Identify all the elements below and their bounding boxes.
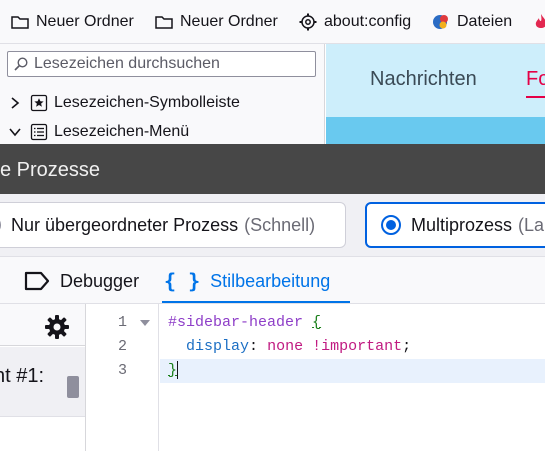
tab-style-editor[interactable]: { } Stilbearbeitung: [164, 257, 340, 305]
stylesheet-list-toolbar: [0, 304, 85, 346]
radio-button[interactable]: [0, 215, 1, 235]
tab-label: Debugger: [60, 270, 140, 291]
bookmark-folder-1[interactable]: Neuer Ordner: [10, 11, 134, 33]
close-brace: }: [168, 362, 178, 379]
code-line-active[interactable]: }: [160, 359, 545, 383]
bookmark-label: Neuer Ordner: [180, 13, 278, 30]
bookmark-dateien[interactable]: Dateien: [431, 11, 512, 33]
code-line[interactable]: display: none !important;: [160, 335, 545, 359]
bookmark-label: Dateien: [457, 13, 513, 30]
bookmarks-toolbar-icon: [30, 94, 48, 112]
option-hint: (La: [518, 214, 545, 235]
bookmarks-sidebar: Lesezeichen-Symbolleiste Lesezeichen-Men…: [0, 44, 325, 144]
line-number: 3: [117, 362, 127, 379]
process-options: Nur übergeordneter Prozess (Schnell) Mul…: [0, 194, 545, 256]
bookmark-label: about:config: [324, 13, 412, 30]
processes-dialog-header: e Prozesse: [0, 144, 545, 194]
code-line[interactable]: #sidebar-header {: [160, 311, 545, 335]
dateien-favicon: [433, 15, 448, 29]
option-hint: (Schnell): [244, 214, 316, 235]
line-number: 1: [117, 314, 127, 331]
gear-icon: [299, 13, 317, 31]
active-tab-underline: [162, 301, 350, 303]
style-editor-icon: { }: [164, 269, 201, 293]
stylesheet-name: nt #1:: [0, 365, 45, 387]
chevron-right-icon[interactable]: [8, 96, 22, 110]
css-property: display: [186, 338, 250, 355]
tab-label: Stilbearbeitung: [210, 270, 331, 291]
chevron-down-icon[interactable]: [8, 125, 22, 139]
bookmark-about-config[interactable]: about:config: [298, 11, 411, 33]
bookmarks-menu-icon: [30, 123, 48, 141]
bookmark-overflow[interactable]: [531, 11, 545, 33]
line-number-gutter: 1 2 3: [87, 304, 159, 451]
folder-icon: [11, 16, 29, 29]
gear-icon[interactable]: [44, 314, 70, 340]
text-cursor: [177, 361, 179, 380]
css-selector: #sidebar-header: [168, 314, 304, 331]
tree-item-label: Lesezeichen-Symbolleiste: [54, 94, 240, 111]
tree-item-bookmarks-toolbar[interactable]: Lesezeichen-Symbolleiste: [0, 91, 240, 115]
folder-icon: [155, 16, 173, 29]
css-value: none !important: [267, 338, 403, 355]
fire-icon: [535, 14, 545, 28]
option-label: Nur übergeordneter Prozess: [11, 214, 239, 235]
option-label: Multiprozess: [411, 214, 513, 235]
nav-active-underline: [526, 96, 545, 98]
css-editor[interactable]: 1 2 3 #sidebar-header { display: none !i…: [87, 304, 545, 451]
tree-item-label: Lesezeichen-Menü: [54, 123, 190, 140]
nav-link-nachrichten[interactable]: Nachrichten: [370, 68, 477, 91]
debugger-icon: [24, 271, 50, 291]
option-multiprocess[interactable]: Multiprozess (La: [365, 202, 545, 248]
semicolon: ;: [402, 338, 412, 355]
stylesheet-list-panel: nt #1:: [0, 304, 86, 451]
option-single-process[interactable]: Nur übergeordneter Prozess (Schnell): [0, 202, 346, 248]
bookmarks-search-input[interactable]: [34, 55, 304, 73]
bookmarks-toolbar: Neuer Ordner Neuer Ordner about:config D…: [0, 0, 545, 44]
devtools-tab-bar: Debugger { } Stilbearbeitung: [0, 256, 545, 304]
open-brace: {: [312, 314, 322, 331]
bookmark-folder-2[interactable]: Neuer Ordner: [154, 11, 278, 33]
nav-link-active[interactable]: Fo: [526, 68, 545, 91]
tab-debugger[interactable]: Debugger: [24, 257, 139, 305]
bookmarks-search-box[interactable]: [7, 51, 316, 77]
colon: :: [249, 338, 259, 355]
site-header: Nachrichten Fo: [326, 44, 545, 117]
web-content: Nachrichten Fo: [326, 44, 545, 144]
dialog-title: e Prozesse: [0, 159, 101, 181]
search-icon: [14, 57, 28, 71]
line-number: 2: [117, 338, 127, 355]
tree-item-bookmarks-menu[interactable]: Lesezeichen-Menü: [0, 120, 189, 144]
radio-button-checked[interactable]: [381, 215, 401, 235]
bookmark-label: Neuer Ordner: [36, 13, 134, 30]
scrollbar-thumb[interactable]: [67, 376, 79, 398]
fold-arrow-icon[interactable]: [140, 320, 150, 326]
